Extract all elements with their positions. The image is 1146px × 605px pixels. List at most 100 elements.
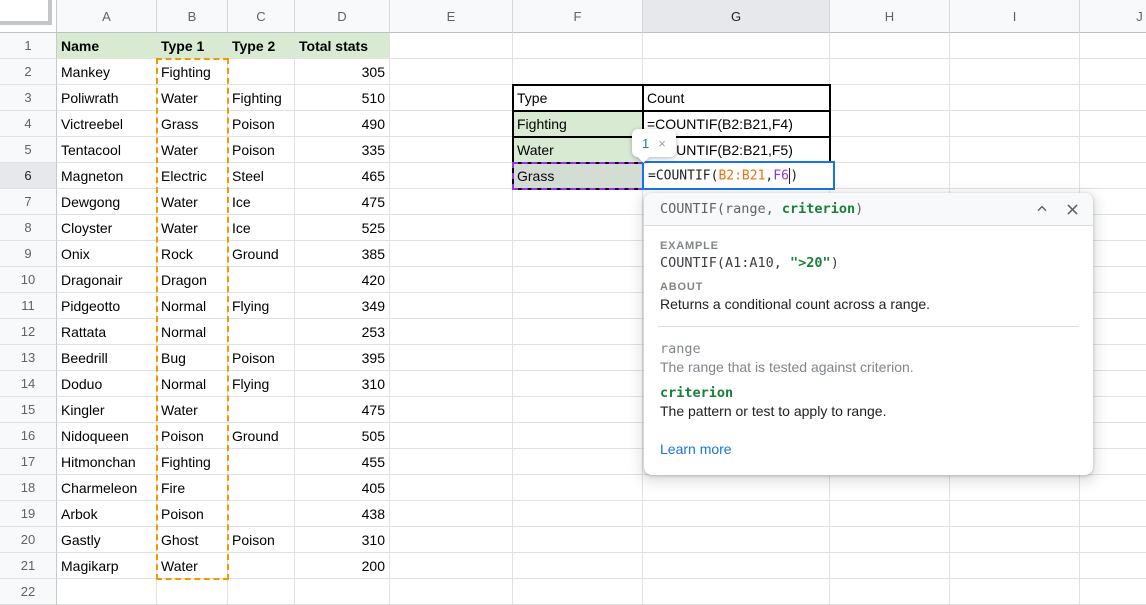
cell-G3[interactable]: Count xyxy=(643,85,830,111)
row-header-19[interactable]: 19 xyxy=(0,501,57,527)
cell-C18[interactable] xyxy=(228,475,295,501)
cell-H22[interactable] xyxy=(830,579,950,605)
cell-H19[interactable] xyxy=(830,501,950,527)
cell-C8[interactable]: Ice xyxy=(228,215,295,241)
cell-D18[interactable]: 405 xyxy=(295,475,390,501)
cell-C9[interactable]: Ground xyxy=(228,241,295,267)
cell-A3[interactable]: Poliwrath xyxy=(57,85,157,111)
cell-A6[interactable]: Magneton xyxy=(57,163,157,189)
cell-F22[interactable] xyxy=(513,579,643,605)
cell-H18[interactable] xyxy=(830,475,950,501)
cell-B7[interactable]: Water xyxy=(157,189,228,215)
row-header-20[interactable]: 20 xyxy=(0,527,57,553)
cell-B18[interactable]: Fire xyxy=(157,475,228,501)
cell-F13[interactable] xyxy=(513,345,643,371)
cell-B22[interactable] xyxy=(157,579,228,605)
column-header-I[interactable]: I xyxy=(950,0,1080,33)
column-header-A[interactable]: A xyxy=(57,0,157,33)
cell-D13[interactable]: 395 xyxy=(295,345,390,371)
cell-D4[interactable]: 490 xyxy=(295,111,390,137)
cell-A17[interactable]: Hitmonchan xyxy=(57,449,157,475)
cell-C3[interactable]: Fighting xyxy=(228,85,295,111)
cell-F11[interactable] xyxy=(513,293,643,319)
chevron-up-icon[interactable] xyxy=(1034,201,1050,217)
cell-E3[interactable] xyxy=(390,85,513,111)
cell-F8[interactable] xyxy=(513,215,643,241)
cell-G21[interactable] xyxy=(643,553,830,579)
cell-H2[interactable] xyxy=(830,59,950,85)
row-header-3[interactable]: 3 xyxy=(0,85,57,111)
cell-F2[interactable] xyxy=(513,59,643,85)
cell-G1[interactable] xyxy=(643,33,830,59)
cell-A7[interactable]: Dewgong xyxy=(57,189,157,215)
cell-J2[interactable] xyxy=(1080,59,1146,85)
cell-G20[interactable] xyxy=(643,527,830,553)
cell-E17[interactable] xyxy=(390,449,513,475)
cell-B16[interactable]: Poison xyxy=(157,423,228,449)
cell-F12[interactable] xyxy=(513,319,643,345)
cell-B6[interactable]: Electric xyxy=(157,163,228,189)
formula-edit-cell-G6[interactable]: =COUNTIF(B2:B21,F6) xyxy=(642,161,835,190)
cell-D9[interactable]: 385 xyxy=(295,241,390,267)
cell-A5[interactable]: Tentacool xyxy=(57,137,157,163)
cell-F19[interactable] xyxy=(513,501,643,527)
row-header-16[interactable]: 16 xyxy=(0,423,57,449)
column-header-G[interactable]: G xyxy=(643,0,830,33)
cell-I22[interactable] xyxy=(950,579,1080,605)
cell-A11[interactable]: Pidgeotto xyxy=(57,293,157,319)
cell-E6[interactable] xyxy=(390,163,513,189)
cell-F7[interactable] xyxy=(513,189,643,215)
cell-H5[interactable] xyxy=(830,137,950,163)
cell-H1[interactable] xyxy=(830,33,950,59)
cell-I3[interactable] xyxy=(950,85,1080,111)
cell-B20[interactable]: Ghost xyxy=(157,527,228,553)
cell-C5[interactable]: Poison xyxy=(228,137,295,163)
cell-C10[interactable] xyxy=(228,267,295,293)
cell-B13[interactable]: Bug xyxy=(157,345,228,371)
cell-H4[interactable] xyxy=(830,111,950,137)
row-header-8[interactable]: 8 xyxy=(0,215,57,241)
cell-B4[interactable]: Grass xyxy=(157,111,228,137)
cell-G2[interactable] xyxy=(643,59,830,85)
cell-J18[interactable] xyxy=(1080,475,1146,501)
cell-F6[interactable]: Grass xyxy=(513,163,643,189)
row-header-5[interactable]: 5 xyxy=(0,137,57,163)
cell-F18[interactable] xyxy=(513,475,643,501)
cell-F10[interactable] xyxy=(513,267,643,293)
cell-A8[interactable]: Cloyster xyxy=(57,215,157,241)
cell-C6[interactable]: Steel xyxy=(228,163,295,189)
cell-F5[interactable]: Water xyxy=(513,137,643,163)
column-header-H[interactable]: H xyxy=(830,0,950,33)
cell-D15[interactable]: 475 xyxy=(295,397,390,423)
cell-J1[interactable] xyxy=(1080,33,1146,59)
cell-E10[interactable] xyxy=(390,267,513,293)
cell-I1[interactable] xyxy=(950,33,1080,59)
cell-E5[interactable] xyxy=(390,137,513,163)
cell-C1[interactable]: Type 2 xyxy=(228,33,295,59)
cell-C21[interactable] xyxy=(228,553,295,579)
cell-H20[interactable] xyxy=(830,527,950,553)
cell-A14[interactable]: Doduo xyxy=(57,371,157,397)
cell-D16[interactable]: 505 xyxy=(295,423,390,449)
cell-J20[interactable] xyxy=(1080,527,1146,553)
cell-E4[interactable] xyxy=(390,111,513,137)
cell-J4[interactable] xyxy=(1080,111,1146,137)
cell-A9[interactable]: Onix xyxy=(57,241,157,267)
cell-D8[interactable]: 525 xyxy=(295,215,390,241)
cell-I21[interactable] xyxy=(950,553,1080,579)
cell-D2[interactable]: 305 xyxy=(295,59,390,85)
row-header-1[interactable]: 1 xyxy=(0,33,57,59)
cell-D5[interactable]: 335 xyxy=(295,137,390,163)
cell-C17[interactable] xyxy=(228,449,295,475)
cell-D17[interactable]: 455 xyxy=(295,449,390,475)
cell-E8[interactable] xyxy=(390,215,513,241)
cell-D22[interactable] xyxy=(295,579,390,605)
cell-H6[interactable] xyxy=(830,163,950,189)
cell-F17[interactable] xyxy=(513,449,643,475)
cell-F20[interactable] xyxy=(513,527,643,553)
popup-close-icon[interactable] xyxy=(1064,201,1081,218)
cell-B11[interactable]: Normal xyxy=(157,293,228,319)
cell-I5[interactable] xyxy=(950,137,1080,163)
cell-F15[interactable] xyxy=(513,397,643,423)
cell-B12[interactable]: Normal xyxy=(157,319,228,345)
